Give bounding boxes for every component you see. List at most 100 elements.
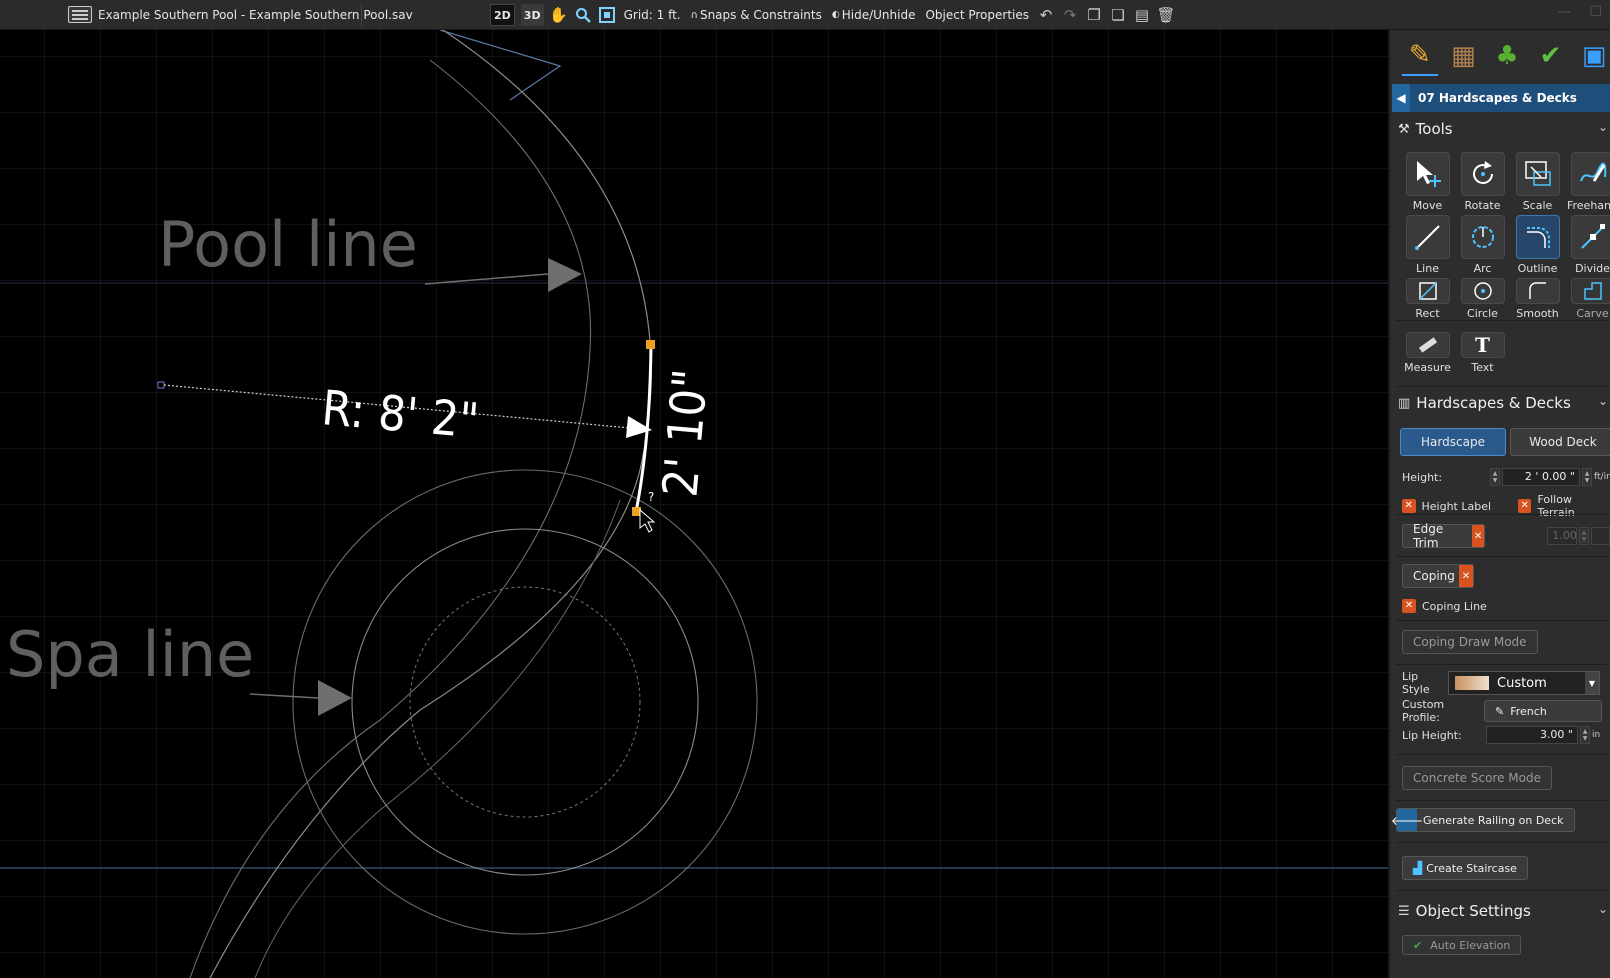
- tool-move[interactable]: Move: [1400, 152, 1455, 212]
- divider: [1396, 800, 1610, 801]
- tab-review[interactable]: ✔: [1533, 36, 1569, 76]
- tool-arc[interactable]: Arc: [1455, 215, 1510, 275]
- dropdown-arrow-icon: ▼: [1585, 672, 1599, 694]
- wood-deck-mode-button[interactable]: Wood Deck: [1510, 428, 1610, 456]
- drawing-canvas[interactable]: Pool line Spa line R: 8' 2" 2' 10" ?: [0, 30, 1388, 978]
- tool-label: Scale: [1522, 199, 1553, 212]
- tool-label: Rect: [1415, 307, 1440, 320]
- tool-text[interactable]: T Text: [1455, 332, 1510, 374]
- copy-icon[interactable]: ❐: [1085, 6, 1103, 24]
- height-input[interactable]: 2 ' 0.00 ": [1502, 468, 1580, 486]
- follow-terrain-checkbox[interactable]: ✕: [1517, 499, 1532, 513]
- pool-line-label: Pool line: [158, 208, 418, 281]
- create-staircase-button[interactable]: ▟ Create Staircase: [1402, 856, 1528, 880]
- chevron-down-icon[interactable]: ⌄: [1598, 120, 1608, 134]
- tool-circle[interactable]: Circle: [1455, 278, 1510, 320]
- tool-label: Arc: [1473, 262, 1492, 275]
- hide-label: Hide/Unhide: [841, 8, 916, 22]
- chevron-down-icon[interactable]: ⌄: [1598, 902, 1608, 916]
- check-icon: ✔: [1539, 41, 1562, 71]
- edge-trim-unit-field: [1590, 527, 1610, 545]
- hardscape-mode-button[interactable]: Hardscape: [1400, 428, 1506, 456]
- auto-elevation-button[interactable]: ✔ Auto Elevation: [1402, 935, 1522, 955]
- tools-header-label: Tools: [1415, 120, 1453, 138]
- hide-unhide-button[interactable]: ◐ Hide/Unhide: [830, 4, 918, 26]
- tool-smooth[interactable]: Smooth: [1510, 278, 1565, 320]
- undo-icon[interactable]: ↶: [1037, 6, 1055, 24]
- tool-outline[interactable]: Outline: [1510, 215, 1565, 275]
- rect-icon: [1405, 278, 1450, 304]
- edge-trim-toggle-icon[interactable]: ✕: [1471, 525, 1485, 547]
- file-icon[interactable]: [68, 6, 92, 23]
- arc-length-dimension-label[interactable]: 2' 10": [652, 367, 719, 499]
- minimize-icon[interactable]: —: [1557, 4, 1571, 20]
- grid-button[interactable]: Grid: 1 ft.: [622, 4, 683, 26]
- pencil-small-icon: ✎: [1495, 704, 1505, 718]
- right-panel: ✎ ▦ ♣ ✔ ▣ ◀ 07 Hardscapes & Decks ⚒ Tool…: [1388, 30, 1610, 978]
- maximize-icon[interactable]: ☐: [1589, 4, 1602, 20]
- divide-icon: [1570, 215, 1610, 259]
- tools-section-header[interactable]: ⚒ Tools ⌄: [1390, 116, 1610, 142]
- height-spinner-left[interactable]: ▲ ▼: [1490, 468, 1500, 486]
- snaps-constraints-button[interactable]: ∩ Snaps & Constraints: [689, 4, 824, 26]
- chevron-down-icon[interactable]: ⌄: [1598, 394, 1608, 408]
- lip-style-row: Lip Style Custom ▼: [1402, 670, 1600, 696]
- tool-grid: Move Rotate Scale Freehand: [1400, 152, 1610, 320]
- view-3d-button[interactable]: 3D: [520, 4, 544, 26]
- title-bar: Example Southern Pool - Example Southern…: [0, 0, 1610, 30]
- edge-trim-spinner[interactable]: ▲ ▼: [1579, 527, 1589, 545]
- coping-line-checkbox[interactable]: ✕: [1402, 599, 1416, 613]
- concrete-score-mode-button[interactable]: Concrete Score Mode: [1402, 766, 1552, 790]
- grid: [0, 30, 1388, 978]
- tab-design[interactable]: ✎: [1402, 36, 1438, 76]
- height-label-checkbox[interactable]: ✕: [1402, 499, 1416, 513]
- edge-trim-button[interactable]: Edge Trim ✕: [1402, 522, 1486, 550]
- hardscapes-section-header[interactable]: ▥ Hardscapes & Decks ⌄: [1390, 390, 1610, 416]
- edge-trim-label: Edge Trim: [1413, 522, 1444, 550]
- window-controls: — ☐: [1557, 4, 1602, 20]
- tool-scale[interactable]: Scale: [1510, 152, 1565, 212]
- lip-height-spinner[interactable]: ▲ ▼: [1580, 726, 1590, 744]
- redo-icon[interactable]: ↷: [1061, 6, 1079, 24]
- tool-freehand[interactable]: Freehand: [1565, 152, 1610, 212]
- custom-profile-button[interactable]: ✎ French: [1484, 700, 1602, 722]
- height-spinner-right[interactable]: ▲ ▼: [1582, 468, 1592, 486]
- lip-height-unit: in: [1592, 730, 1601, 740]
- tool-label: Rotate: [1464, 199, 1501, 212]
- height-label: Height:: [1402, 470, 1443, 484]
- tool-divide[interactable]: Divide: [1565, 215, 1610, 275]
- divider: [1396, 620, 1610, 621]
- arc-start-handle[interactable]: [646, 340, 655, 349]
- copy-special-icon[interactable]: ❏: [1109, 6, 1127, 24]
- breadcrumb: ◀ 07 Hardscapes & Decks: [1392, 84, 1610, 112]
- tab-landscape[interactable]: ▣: [1576, 36, 1610, 76]
- object-settings-header[interactable]: ☰ Object Settings ⌄: [1390, 898, 1610, 924]
- paste-icon[interactable]: ▤: [1133, 6, 1151, 24]
- zoom-extents-icon[interactable]: [598, 6, 616, 24]
- zoom-icon[interactable]: [574, 6, 592, 24]
- coping-draw-mode-button[interactable]: Coping Draw Mode: [1402, 630, 1538, 654]
- generate-railing-button[interactable]: 🡐 Generate Railing on Deck: [1391, 808, 1575, 832]
- custom-profile-label: Custom Profile:: [1402, 698, 1445, 724]
- lip-style-dropdown[interactable]: Custom ▼: [1448, 671, 1600, 695]
- tool-carve[interactable]: Carve: [1565, 278, 1610, 320]
- lip-style-value: Custom: [1497, 675, 1547, 691]
- tool-measure[interactable]: Measure: [1400, 332, 1455, 374]
- coping-button[interactable]: Coping ✕: [1402, 564, 1474, 588]
- edge-trim-input[interactable]: 1.00: [1547, 527, 1578, 545]
- object-properties-button[interactable]: Object Properties: [923, 4, 1031, 26]
- view-2d-button[interactable]: 2D: [490, 4, 515, 26]
- tab-plants[interactable]: ♣: [1489, 36, 1525, 76]
- lip-style-label: Lip Style: [1402, 670, 1430, 696]
- text-icon: T: [1460, 332, 1505, 358]
- coping-toggle-icon[interactable]: ✕: [1458, 565, 1473, 587]
- back-arrow-icon[interactable]: ◀: [1392, 84, 1410, 112]
- bricks-small-icon: ▥: [1398, 395, 1411, 411]
- lip-height-input[interactable]: 3.00 ": [1486, 726, 1578, 744]
- tab-hardscape[interactable]: ▦: [1446, 36, 1482, 76]
- pan-hand-icon[interactable]: ✋: [549, 6, 568, 24]
- delete-icon[interactable]: 🗑: [1156, 6, 1175, 24]
- tool-rotate[interactable]: Rotate: [1455, 152, 1510, 212]
- tool-rect[interactable]: Rect: [1400, 278, 1455, 320]
- tool-line[interactable]: Line: [1400, 215, 1455, 275]
